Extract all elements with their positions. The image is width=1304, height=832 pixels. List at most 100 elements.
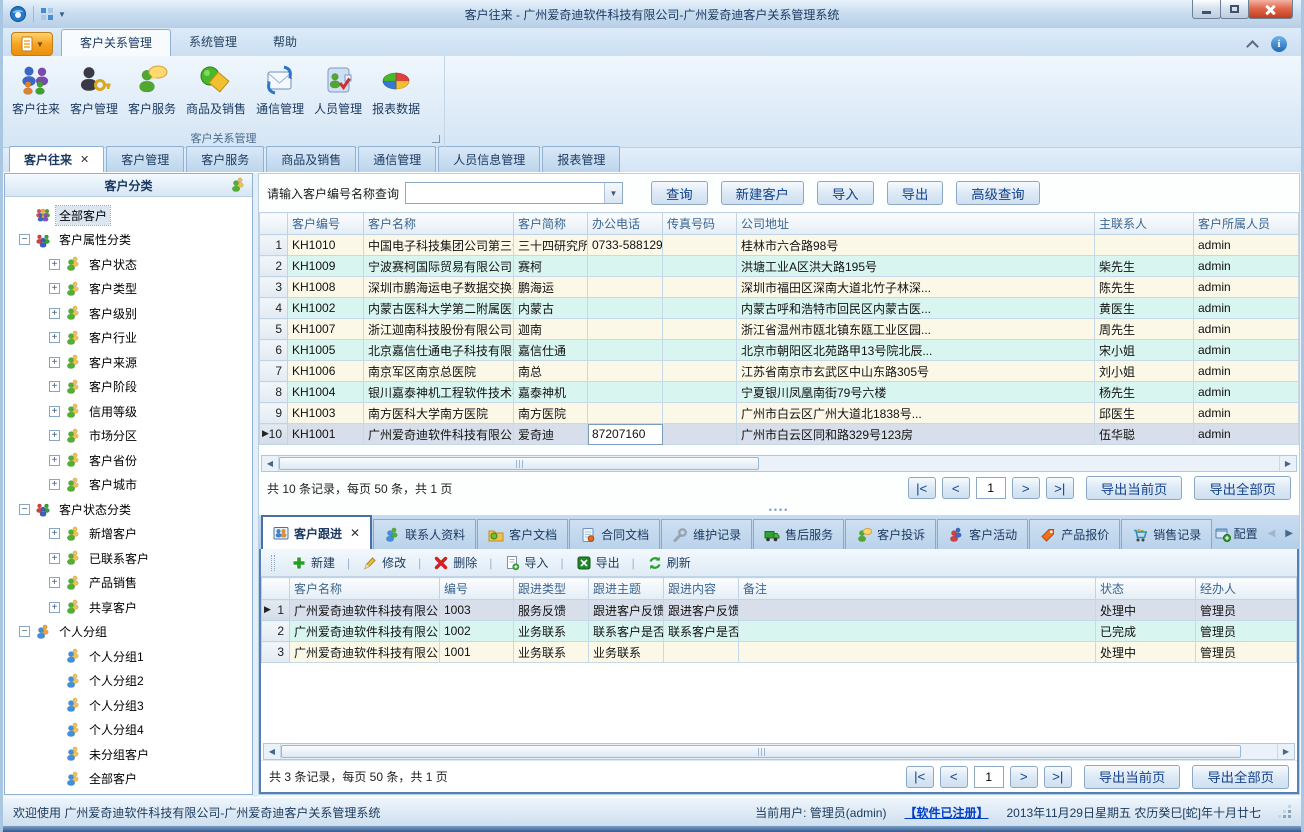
ribbon-menu-tab-0[interactable]: 客户关系管理: [61, 29, 171, 56]
tree-item-17[interactable]: −个人分组: [5, 620, 252, 645]
tree-item-7[interactable]: +客户阶段: [5, 375, 252, 400]
ribbon-item-1[interactable]: 客户管理: [65, 60, 123, 120]
tab-close-icon[interactable]: ✕: [80, 153, 89, 166]
ribbon-item-6[interactable]: 报表数据: [367, 60, 425, 120]
table-row[interactable]: 3KH1008深圳市鹏海运电子数据交换有限公司鹏海运深圳市福田区深南大道北竹子林…: [260, 277, 1299, 298]
tree-expander-icon[interactable]: +: [49, 455, 60, 466]
tree-expander-icon[interactable]: +: [49, 308, 60, 319]
followup-next-page-button[interactable]: >: [1010, 766, 1038, 788]
tree-item-13[interactable]: +新增客户: [5, 522, 252, 547]
tree-expander-icon[interactable]: +: [49, 602, 60, 613]
scroll-track[interactable]: [1241, 744, 1277, 759]
tree-item-22[interactable]: 未分组客户: [5, 742, 252, 767]
column-header[interactable]: 编号: [440, 578, 514, 600]
toolbar-refresh-button[interactable]: 刷新: [643, 552, 695, 573]
table-row[interactable]: 2KH1009宁波赛柯国际贸易有限公司赛柯洪塘工业A区洪大路195号柴先生adm…: [260, 256, 1299, 277]
customer-first-page-button[interactable]: |<: [908, 477, 936, 499]
tree-expander-icon[interactable]: −: [19, 504, 30, 515]
ribbon-item-5[interactable]: 人员管理: [309, 60, 367, 120]
resize-grip[interactable]: [1279, 806, 1291, 818]
column-header[interactable]: 客户名称: [290, 578, 440, 600]
customer-export-all-button[interactable]: 导出全部页: [1194, 476, 1291, 500]
tree-item-8[interactable]: +信用等级: [5, 399, 252, 424]
tree-expander-icon[interactable]: +: [49, 357, 60, 368]
scroll-thumb[interactable]: [279, 457, 759, 470]
tree-expander-icon[interactable]: +: [49, 553, 60, 564]
table-row[interactable]: 5KH1007浙江迦南科技股份有限公司迦南浙江省温州市瓯北镇东瓯工业区园...周…: [260, 319, 1299, 340]
detail-tab-1[interactable]: 联系人资料: [373, 519, 476, 549]
detail-tab-6[interactable]: 客户投诉: [845, 519, 936, 549]
tree-expander-icon[interactable]: +: [49, 528, 60, 539]
tree-item-10[interactable]: +客户省份: [5, 448, 252, 473]
column-header[interactable]: 跟进内容: [664, 578, 739, 600]
scroll-right-icon[interactable]: ▶: [1277, 744, 1294, 759]
tree-item-12[interactable]: −客户状态分类: [5, 497, 252, 522]
license-link[interactable]: 【软件已注册】: [904, 804, 988, 821]
action-button-0[interactable]: 查询: [651, 181, 708, 205]
followup-grid-hscrollbar[interactable]: ◀ ▶: [263, 743, 1295, 760]
tree-expander-icon[interactable]: +: [49, 283, 60, 294]
detail-tab-7[interactable]: 客户活动: [937, 519, 1028, 549]
doc-tab-2[interactable]: 客户服务: [186, 146, 264, 172]
followup-export-current-button[interactable]: 导出当前页: [1084, 765, 1181, 789]
toolbar-import-button[interactable]: 导入: [500, 552, 552, 573]
action-button-2[interactable]: 导入: [817, 181, 874, 205]
tree-item-20[interactable]: 个人分组3: [5, 693, 252, 718]
detail-tab-8[interactable]: 产品报价: [1029, 519, 1120, 549]
tree-item-6[interactable]: +客户来源: [5, 350, 252, 375]
tree-item-3[interactable]: +客户类型: [5, 277, 252, 302]
followup-page-input[interactable]: [974, 766, 1004, 788]
layout-grid-icon[interactable]: [40, 7, 54, 21]
tree-expander-icon[interactable]: +: [49, 381, 60, 392]
doc-tab-6[interactable]: 报表管理: [542, 146, 620, 172]
ribbon-menu-tab-1[interactable]: 系统管理: [171, 29, 255, 56]
ribbon-item-3[interactable]: 商品及销售: [181, 60, 251, 120]
table-row[interactable]: 4KH1002内蒙古医科大学第二附属医院内蒙古内蒙古呼和浩特市回民区内蒙古医..…: [260, 298, 1299, 319]
tree-item-9[interactable]: +市场分区: [5, 424, 252, 449]
followup-export-all-button[interactable]: 导出全部页: [1192, 765, 1289, 789]
scroll-left-icon[interactable]: ◀: [264, 744, 281, 759]
table-row[interactable]: 8KH1004银川嘉泰神机工程软件技术有限公司嘉泰神机宁夏银川凤凰南街79号六楼…: [260, 382, 1299, 403]
customer-page-input[interactable]: [976, 477, 1006, 499]
tree-expander-icon[interactable]: +: [49, 332, 60, 343]
close-button[interactable]: [1248, 0, 1293, 19]
table-row[interactable]: 6KH1005北京嘉信仕通电子科技有限公司嘉信仕通北京市朝阳区北苑路甲13号院北…: [260, 340, 1299, 361]
column-header[interactable]: 客户简称: [514, 213, 588, 235]
doc-tab-1[interactable]: 客户管理: [106, 146, 184, 172]
tree-item-2[interactable]: +客户状态: [5, 252, 252, 277]
table-row[interactable]: 7KH1006南京军区南京总医院南总江苏省南京市玄武区中山东路305号刘小姐ad…: [260, 361, 1299, 382]
column-header[interactable]: 跟进类型: [514, 578, 589, 600]
minimize-button[interactable]: [1192, 0, 1221, 19]
customer-prev-page-button[interactable]: <: [942, 477, 970, 499]
table-row[interactable]: 10▶KH1001广州爱奇迪软件科技有限公司爱奇迪87207160广州市白云区同…: [260, 424, 1299, 445]
customer-search-input[interactable]: [406, 183, 604, 203]
tab-close-icon[interactable]: ✕: [350, 526, 360, 540]
detail-tab-2[interactable]: 客户文档: [477, 519, 568, 549]
ribbon-item-0[interactable]: 客户往来: [7, 60, 65, 120]
collapse-ribbon-icon[interactable]: [1246, 40, 1259, 53]
qat-dropdown-icon[interactable]: ▼: [58, 10, 66, 19]
tree-item-11[interactable]: +客户城市: [5, 473, 252, 498]
column-header[interactable]: 办公电话: [588, 213, 663, 235]
table-row[interactable]: 9KH1003南方医科大学南方医院南方医院广州市白云区广州大道北1838号...…: [260, 403, 1299, 424]
tree-item-19[interactable]: 个人分组2: [5, 669, 252, 694]
column-header[interactable]: 备注: [739, 578, 1096, 600]
column-header[interactable]: 客户所属人员: [1194, 213, 1299, 235]
detail-tab-5[interactable]: 售后服务: [753, 519, 844, 549]
toolbar-edit-button[interactable]: 修改: [358, 552, 410, 573]
tree-item-18[interactable]: 个人分组1: [5, 644, 252, 669]
customer-grid-hscrollbar[interactable]: ◀ ▶: [261, 455, 1297, 472]
action-button-3[interactable]: 导出: [887, 181, 944, 205]
tab-scroll-right-icon[interactable]: ▶: [1285, 528, 1293, 539]
tree-expander-icon[interactable]: +: [49, 577, 60, 588]
tree-item-15[interactable]: +产品销售: [5, 571, 252, 596]
detail-tab-3[interactable]: 合同文档: [569, 519, 660, 549]
followup-last-page-button[interactable]: >|: [1044, 766, 1072, 788]
column-header[interactable]: 主联系人: [1095, 213, 1194, 235]
ribbon-menu-tab-2[interactable]: 帮助: [255, 29, 315, 56]
column-header[interactable]: 传真号码: [663, 213, 737, 235]
tree-item-4[interactable]: +客户级别: [5, 301, 252, 326]
app-menu-button[interactable]: ▼: [11, 32, 53, 56]
table-row[interactable]: 1KH1010中国电子科技集团公司第三十四研...三十四研究所0733-5881…: [260, 235, 1299, 256]
scroll-thumb[interactable]: [281, 745, 1241, 758]
